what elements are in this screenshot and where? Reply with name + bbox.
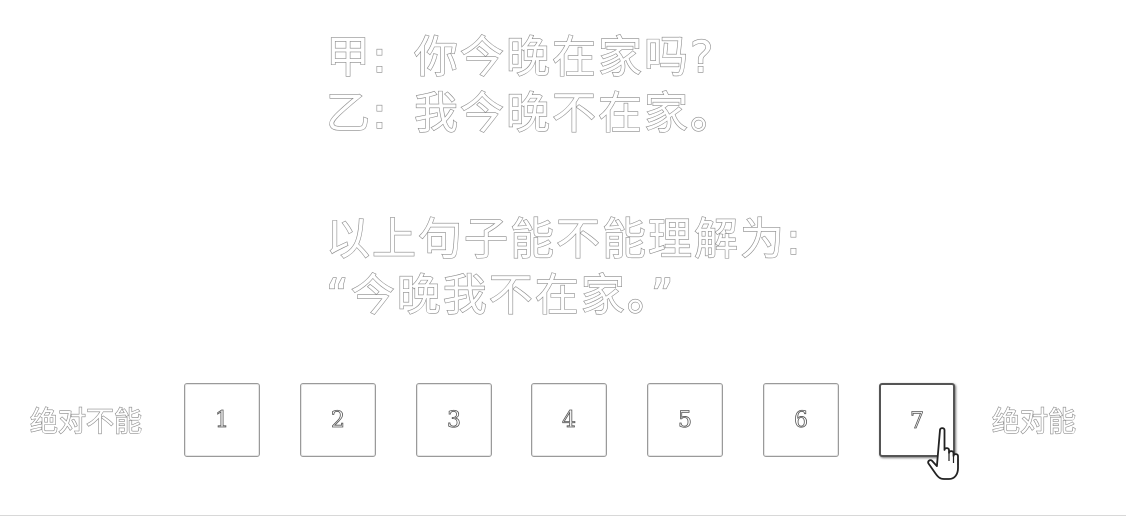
- utterance-text: 你今晚在家吗?: [413, 31, 716, 83]
- speaker-label: 乙:: [325, 87, 389, 139]
- question-block: 以上句子能不能理解为: “今晚我不在家。”: [325, 212, 803, 324]
- rating-button-4[interactable]: 4: [531, 383, 607, 457]
- rating-button-1[interactable]: 1: [184, 383, 260, 457]
- question-prompt: 以上句子能不能理解为:: [325, 213, 803, 265]
- judgment-task-screen: 甲: 你今晚在家吗? 乙: 我今晚不在家。 以上句子能不能理解为: “今晚我不在家。…: [0, 0, 1126, 518]
- scale-right-label: 绝对能: [991, 404, 1077, 438]
- dialog-block: 甲: 你今晚在家吗? 乙: 我今晚不在家。: [325, 30, 736, 142]
- speaker-label: 甲:: [325, 31, 389, 83]
- rating-button-5[interactable]: 5: [647, 383, 723, 457]
- dialog-line-b: 乙: 我今晚不在家。: [325, 86, 736, 142]
- rating-button-3[interactable]: 3: [416, 383, 492, 457]
- utterance-text: 我今晚不在家。: [413, 87, 736, 139]
- rating-button-2[interactable]: 2: [300, 383, 376, 457]
- hand-pointer-icon: [927, 427, 959, 480]
- bottom-divider: [0, 515, 1126, 516]
- rating-button-6[interactable]: 6: [763, 383, 839, 457]
- question-paraphrase: “今晚我不在家。”: [325, 269, 676, 321]
- scale-left-label: 绝对不能: [29, 404, 143, 438]
- dialog-line-a: 甲: 你今晚在家吗?: [325, 30, 736, 86]
